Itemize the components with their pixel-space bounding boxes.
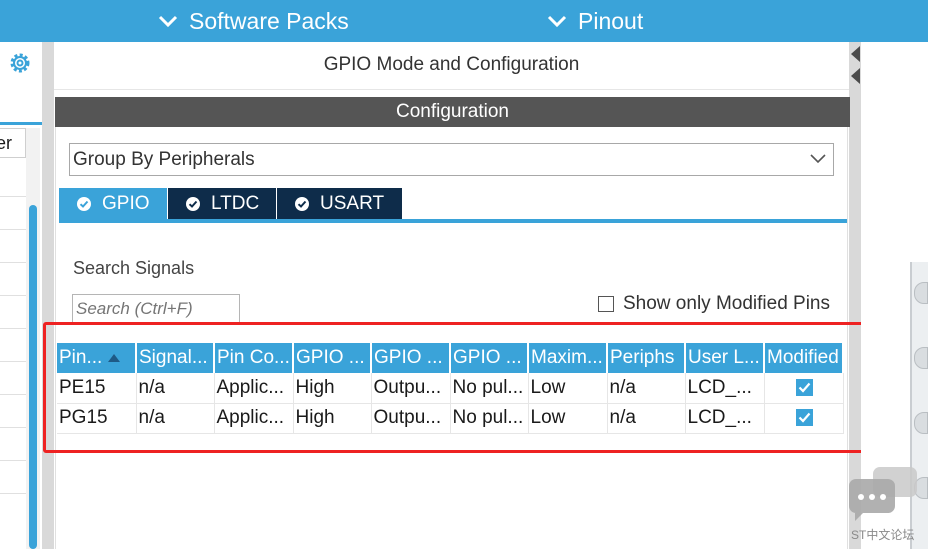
chip-pin[interactable]: [914, 347, 928, 369]
show-modified-checkbox[interactable]: [598, 296, 614, 312]
left-row-line: [0, 229, 26, 230]
tab-underline: [59, 219, 847, 223]
chevron-down-icon[interactable]: [808, 151, 828, 167]
tab-usart[interactable]: USART: [277, 188, 402, 220]
tab-label: LTDC: [211, 193, 260, 214]
show-modified-label[interactable]: Show only Modified Pins: [623, 293, 830, 315]
left-row-line: [0, 460, 26, 461]
chip-pin[interactable]: [914, 412, 928, 434]
left-row-line: [0, 427, 26, 428]
search-input[interactable]: [72, 294, 240, 324]
collapse-left-icon[interactable]: [851, 46, 860, 62]
left-row-line: [0, 394, 26, 395]
software-packs-label: Software Packs: [189, 7, 349, 34]
chevron-down-icon: [158, 15, 178, 28]
tab-label: GPIO: [102, 193, 150, 214]
left-row-line: [0, 328, 26, 329]
top-toolbar: [0, 0, 928, 42]
left-column-header[interactable]: er: [0, 128, 26, 158]
pinout-label: Pinout: [578, 7, 644, 34]
tab-gpio[interactable]: GPIO: [59, 188, 167, 220]
chip-pin[interactable]: [914, 282, 928, 304]
tab-ltdc[interactable]: LTDC: [168, 188, 276, 220]
left-row-line: [0, 361, 26, 362]
configuration-header: Configuration: [55, 97, 850, 127]
pinout-menu[interactable]: Pinout: [546, 0, 643, 42]
left-panel-divider: [0, 122, 42, 125]
page-title: GPIO Mode and Configuration: [54, 42, 849, 90]
left-splitter[interactable]: [42, 42, 54, 549]
gear-icon[interactable]: [7, 50, 33, 76]
left-scrollbar-thumb[interactable]: [29, 205, 37, 549]
left-row-line: [0, 196, 26, 197]
check-circle-icon: [295, 197, 309, 211]
watermark-text: ST中文论坛: [851, 528, 915, 542]
tab-label: USART: [320, 193, 385, 214]
left-row-line: [0, 262, 26, 263]
group-by-select[interactable]: Group By Peripherals: [69, 143, 834, 176]
highlight-annotation-box: [43, 322, 864, 453]
chevron-down-icon: [547, 15, 567, 28]
left-row-line: [0, 493, 26, 494]
search-signals-label: Search Signals: [73, 258, 195, 278]
check-circle-icon: [186, 197, 200, 211]
check-circle-icon: [77, 197, 91, 211]
collapse-left-icon[interactable]: [851, 68, 860, 84]
software-packs-menu[interactable]: Software Packs: [157, 0, 349, 42]
left-row-line: [0, 295, 26, 296]
